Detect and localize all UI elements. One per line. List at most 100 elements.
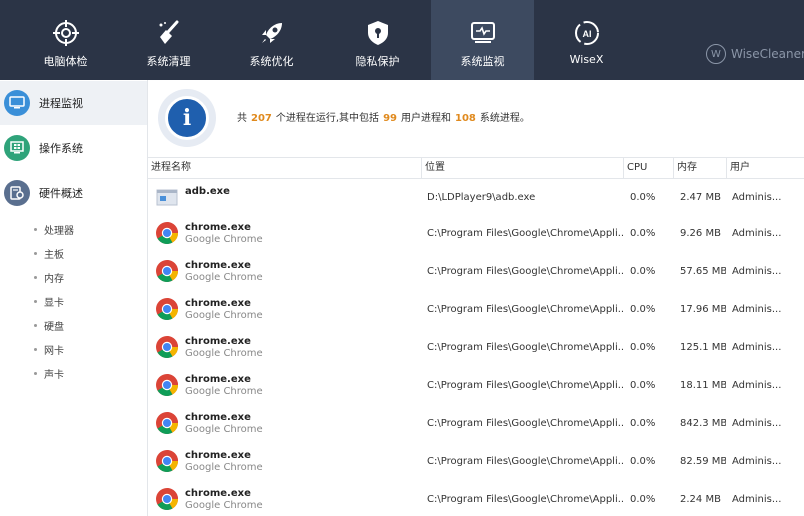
hardware-icon	[4, 180, 30, 206]
sidebar-subitem-sound[interactable]: 声卡	[34, 366, 64, 381]
table-row[interactable]: chrome.exe Google Chrome C:\Program Files\…	[148, 214, 804, 252]
sidebar-subitem-label: 网卡	[44, 346, 64, 357]
column-header-user[interactable]: 用户	[726, 158, 804, 178]
process-memory: 9.26 MB	[680, 227, 721, 239]
column-header-location[interactable]: 位置	[421, 158, 623, 178]
chrome-icon	[155, 487, 179, 511]
process-memory: 17.96 MB	[680, 303, 726, 315]
sidebar-item-process-monitor[interactable]: 进程监视	[0, 81, 147, 125]
system-count: 108	[454, 113, 476, 124]
process-name: chrome.exe	[185, 373, 251, 385]
nav-label: WiseX	[569, 53, 604, 66]
sidebar-subitem-disk[interactable]: 硬盘	[34, 318, 64, 333]
process-name: chrome.exe	[185, 487, 251, 499]
nav-system-clean[interactable]: 系统清理	[117, 0, 220, 80]
nav-system-monitor[interactable]: 系统监视	[431, 0, 534, 80]
process-cpu: 0.0%	[630, 227, 656, 239]
process-cpu: 0.0%	[630, 379, 656, 391]
process-cpu: 0.0%	[630, 341, 656, 353]
process-memory: 2.47 MB	[680, 191, 721, 203]
process-location: C:\Program Files\Google\Chrome\Appli...	[427, 265, 623, 277]
process-name: chrome.exe	[185, 335, 251, 347]
sidebar-subitem-network[interactable]: 网卡	[34, 342, 64, 357]
column-header-cpu[interactable]: CPU	[623, 158, 673, 178]
nav-label: 系统清理	[146, 55, 191, 68]
sidebar: 进程监视 操作系统 硬件概述 处理器 主板 内存 显卡 硬盘 网卡 声卡	[0, 80, 148, 516]
table-row[interactable]: adb.exe D:\LDPlayer9\adb.exe 0.0% 2.47 MB Ad…	[148, 178, 804, 216]
nav-label: 系统优化	[249, 55, 294, 68]
process-location: C:\Program Files\Google\Chrome\Appli...	[427, 341, 623, 353]
process-user: Adminis...	[732, 493, 782, 505]
broom-icon	[117, 18, 220, 48]
process-location: C:\Program Files\Google\Chrome\Appli...	[427, 303, 623, 315]
process-cpu: 0.0%	[630, 417, 656, 429]
sidebar-subitem-motherboard[interactable]: 主板	[34, 246, 64, 261]
svg-text:AI: AI	[582, 29, 591, 39]
process-description: Google Chrome	[185, 461, 263, 473]
column-header-name[interactable]: 进程名称	[148, 158, 421, 178]
table-row[interactable]: chrome.exe Google Chrome C:\Program Files\…	[148, 290, 804, 328]
process-memory: 125.1 MB	[680, 341, 726, 353]
process-user: Adminis...	[732, 341, 782, 353]
table-row[interactable]: chrome.exe Google Chrome C:\Program Files\…	[148, 480, 804, 516]
info-icon: i	[158, 89, 216, 147]
top-navigation-bar: 电脑体检 系统清理 系统优化 隐私保护 系统监视 AI WiseX W Wise…	[0, 0, 804, 80]
brand: W WiseCleaner	[706, 42, 804, 66]
table-row[interactable]: chrome.exe Google Chrome C:\Program Files\…	[148, 328, 804, 366]
process-description: Google Chrome	[185, 271, 263, 283]
sidebar-subitem-memory[interactable]: 内存	[34, 270, 64, 285]
total-count: 207	[251, 113, 272, 124]
nav-wisex[interactable]: AI WiseX	[535, 0, 638, 80]
process-description: Google Chrome	[185, 347, 263, 359]
nav-privacy-protect[interactable]: 隐私保护	[326, 0, 429, 80]
sidebar-item-hardware-overview[interactable]: 硬件概述	[0, 171, 147, 215]
process-cpu: 0.0%	[630, 493, 656, 505]
sidebar-subitem-gpu[interactable]: 显卡	[34, 294, 64, 309]
chrome-icon	[155, 335, 179, 359]
table-row[interactable]: chrome.exe Google Chrome C:\Program Files\…	[148, 442, 804, 480]
process-location: C:\Program Files\Google\Chrome\Appli...	[427, 493, 623, 505]
nav-label: 隐私保护	[355, 55, 400, 68]
sidebar-subitem-label: 主板	[44, 250, 64, 261]
sidebar-subitem-cpu[interactable]: 处理器	[34, 222, 74, 237]
table-row[interactable]: chrome.exe Google Chrome C:\Program Files\…	[148, 366, 804, 404]
summary-text: 共 207 个进程在运行,其中包括 99 用户进程和 108 系统进程。	[237, 113, 530, 124]
process-description: Google Chrome	[185, 309, 263, 321]
process-table: adb.exe D:\LDPlayer9\adb.exe 0.0% 2.47 MB Ad…	[148, 178, 804, 516]
column-header-memory[interactable]: 内存	[673, 158, 726, 178]
process-cpu: 0.0%	[630, 265, 656, 277]
process-description: Google Chrome	[185, 499, 263, 511]
process-memory: 842.3 MB	[680, 417, 726, 429]
sidebar-subitem-label: 硬盘	[44, 322, 64, 333]
chrome-icon	[155, 411, 179, 435]
process-location: C:\Program Files\Google\Chrome\Appli...	[427, 417, 623, 429]
monitor-pulse-icon	[431, 18, 534, 48]
table-header: 进程名称 位置 CPU 内存 用户	[148, 157, 804, 179]
process-description: Google Chrome	[185, 385, 263, 397]
process-name: chrome.exe	[185, 411, 251, 423]
process-user: Adminis...	[732, 379, 782, 391]
chrome-icon	[155, 297, 179, 321]
wisecleaner-logo-icon: W	[706, 44, 726, 64]
nav-label: 电脑体检	[43, 55, 88, 68]
process-memory: 82.59 MB	[680, 455, 726, 467]
chrome-icon	[155, 449, 179, 473]
process-cpu: 0.0%	[630, 303, 656, 315]
nav-system-optimize[interactable]: 系统优化	[220, 0, 323, 80]
sidebar-item-operating-system[interactable]: 操作系统	[0, 126, 147, 170]
chrome-icon	[155, 259, 179, 283]
process-location: C:\Program Files\Google\Chrome\Appli...	[427, 227, 623, 239]
process-user: Adminis...	[732, 417, 782, 429]
process-user: Adminis...	[732, 265, 782, 277]
sidebar-subitem-label: 内存	[44, 274, 64, 285]
exe-icon	[155, 185, 179, 209]
process-memory: 18.11 MB	[680, 379, 726, 391]
process-location: C:\Program Files\Google\Chrome\Appli...	[427, 379, 623, 391]
table-row[interactable]: chrome.exe Google Chrome C:\Program Files\…	[148, 252, 804, 290]
nav-pc-checkup[interactable]: 电脑体检	[14, 0, 117, 80]
sidebar-subitem-label: 显卡	[44, 298, 64, 309]
sidebar-item-label: 硬件概述	[39, 187, 83, 200]
table-row[interactable]: chrome.exe Google Chrome C:\Program Files\…	[148, 404, 804, 442]
sidebar-item-label: 进程监视	[39, 97, 83, 110]
nav-label: 系统监视	[460, 55, 505, 68]
